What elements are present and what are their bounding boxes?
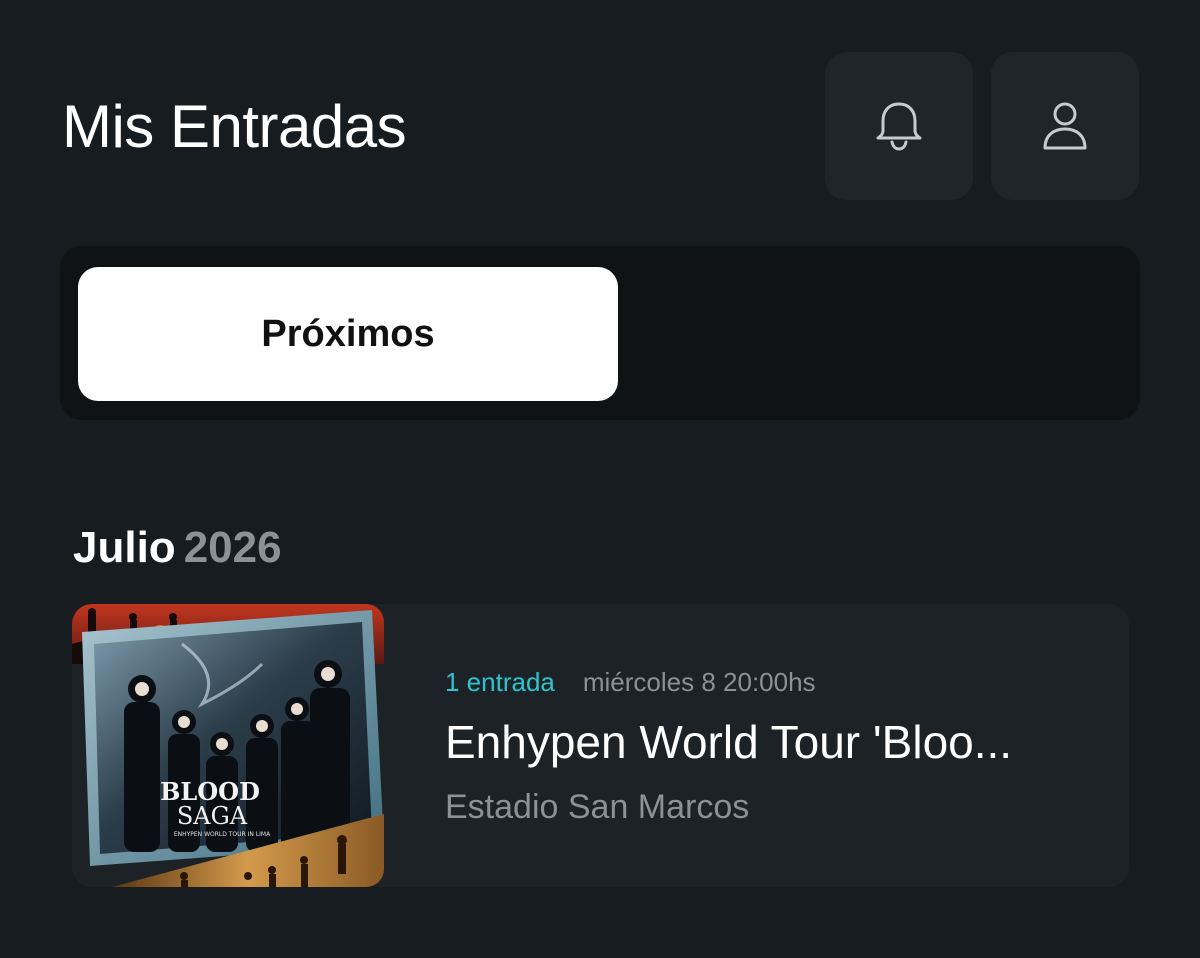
profile-button[interactable] <box>991 52 1139 200</box>
month-label: Julio <box>73 523 176 572</box>
year-label: 2026 <box>183 523 282 572</box>
page-title: Mis Entradas <box>62 93 407 160</box>
event-title: Enhypen World Tour 'Bloo... <box>445 716 1013 768</box>
bell-icon <box>876 102 922 151</box>
tickets-screen: Mis Entradas Próximos Julio 2026 BLOOD S… <box>0 0 1200 958</box>
user-icon <box>1043 102 1087 150</box>
event-venue: Estadio San Marcos <box>445 788 750 826</box>
tab-selector: Próximos <box>60 246 1140 420</box>
event-card[interactable]: BLOOD SAGA ENHYPEN WORLD TOUR IN LIMA 1 … <box>72 604 1129 887</box>
ticket-count: 1 entrada <box>445 667 555 697</box>
month-heading: Julio 2026 <box>73 522 282 574</box>
tab-proximos[interactable]: Próximos <box>78 267 618 401</box>
event-meta: 1 entrada miércoles 8 20:00hs <box>445 666 816 698</box>
event-datetime: miércoles 8 20:00hs <box>582 667 816 697</box>
notifications-button[interactable] <box>825 52 973 200</box>
poster-logo-line2: SAGA <box>177 802 248 830</box>
event-poster: BLOOD SAGA ENHYPEN WORLD TOUR IN LIMA <box>72 604 384 887</box>
poster-logo-subtitle: ENHYPEN WORLD TOUR IN LIMA <box>174 831 271 838</box>
